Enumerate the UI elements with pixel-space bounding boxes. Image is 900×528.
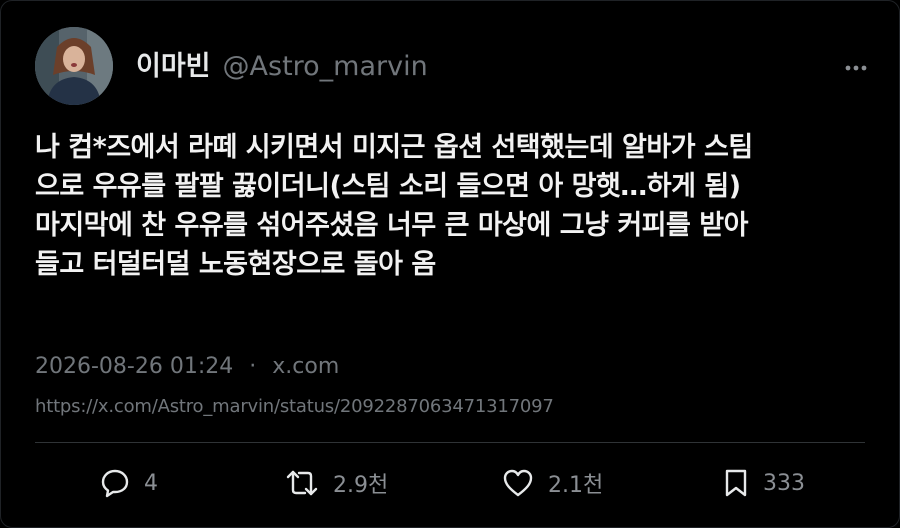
- action-bar: 4 2.9천 2.1천 333: [35, 463, 865, 503]
- status-url[interactable]: https://x.com/Astro_marvin/status/209228…: [35, 396, 554, 417]
- display-name[interactable]: 이마빈: [136, 53, 211, 80]
- avatar[interactable]: [35, 27, 113, 105]
- bookmark-icon: [723, 468, 749, 498]
- bookmark-count: 333: [763, 470, 805, 496]
- like-button[interactable]: 2.1천: [502, 463, 603, 503]
- retweet-button[interactable]: 2.9천: [285, 463, 388, 503]
- bookmark-button[interactable]: 333: [723, 463, 805, 503]
- tweet-source[interactable]: x.com: [272, 354, 339, 379]
- divider: [35, 442, 865, 443]
- comment-bubble-icon: [100, 468, 130, 498]
- tweet-meta: 2026-08-26 01:24 · x.com: [35, 354, 339, 379]
- more-horizontal-icon[interactable]: [845, 57, 867, 79]
- heart-icon: [502, 468, 534, 498]
- tweet-text: 나 컴*즈에서 라떼 시키면서 미지근 옵션 선택했는데 알바가 스팀 으로 우…: [35, 132, 753, 280]
- retweet-count: 2.9천: [333, 473, 389, 498]
- reply-button[interactable]: 4: [100, 463, 158, 503]
- tweet-timestamp[interactable]: 2026-08-26 01:24: [35, 354, 233, 379]
- user-handle[interactable]: @Astro_marvin: [223, 53, 428, 80]
- like-count: 2.1천: [548, 473, 604, 498]
- tweet-header: 이마빈 @Astro_marvin: [35, 27, 428, 105]
- reply-count: 4: [144, 470, 158, 496]
- meta-separator: ·: [249, 354, 257, 379]
- retweet-arrows-icon: [285, 468, 319, 498]
